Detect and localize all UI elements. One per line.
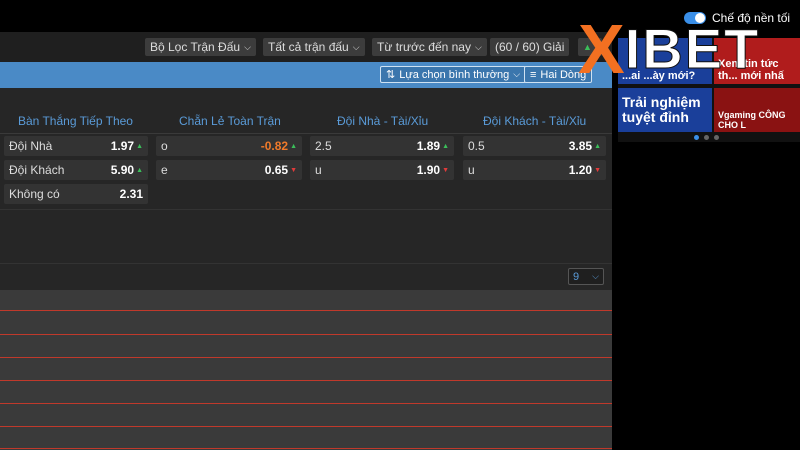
- carousel-dot[interactable]: [704, 135, 709, 140]
- grid-line: [0, 448, 612, 449]
- odds-cell-next-goal-none[interactable]: Không có 2.31: [4, 184, 148, 204]
- chevron-down-icon: ⌵: [352, 41, 360, 52]
- odds-cell-home-under[interactable]: u 1.90 ▼: [310, 160, 454, 180]
- view-options-bar: ⇅ Lựa chọn bình thường ⌵ ≡ Hai Dòng: [0, 62, 612, 88]
- page-size-select[interactable]: 9 ⌵: [568, 268, 604, 285]
- match-filter-dropdown[interactable]: Bộ Lọc Trận Đấu ⌵: [145, 38, 256, 56]
- row-divider: [0, 209, 612, 210]
- market-headers: Bàn Thắng Tiếp Theo Chẵn Lẻ Toàn Trận Độ…: [0, 112, 612, 134]
- arrow-down-icon: ▼: [442, 166, 449, 174]
- odds-value: 1.97 ▲: [110, 139, 143, 153]
- league-count-button[interactable]: (60 / 60) Giải: [490, 38, 570, 56]
- odds-label: o: [161, 139, 168, 153]
- promo-tile[interactable]: Vgaming CÔNG CHO L: [714, 88, 800, 132]
- arrow-up-icon: ▲: [442, 142, 449, 150]
- arrow-down-icon: ▼: [594, 166, 601, 174]
- odds-value: 2.31: [119, 187, 143, 201]
- odds-cell-home-over[interactable]: 2.5 1.89 ▲: [310, 136, 454, 156]
- odds-label: 0.5: [468, 139, 485, 153]
- arrow-up-icon: ▲: [594, 142, 601, 150]
- arrow-down-icon: ▼: [290, 166, 297, 174]
- time-range-label: Từ trước đến nay: [377, 40, 471, 54]
- all-matches-dropdown[interactable]: Tất cả trận đấu ⌵: [263, 38, 365, 56]
- chevron-down-icon: ⌵: [244, 41, 251, 52]
- time-range-dropdown[interactable]: Từ trước đến nay ⌵: [372, 38, 487, 56]
- logo-text: IBET: [624, 17, 761, 81]
- odds-cell-away-over[interactable]: 0.5 3.85 ▲: [463, 136, 606, 156]
- odds-value: 1.90 ▼: [416, 163, 449, 177]
- odds-value: 5.90 ▲: [110, 163, 143, 177]
- logo-x: X: [578, 10, 625, 88]
- list-icon: ≡: [530, 68, 537, 81]
- odds-cell-next-goal-away[interactable]: Đội Khách 5.90 ▲: [4, 160, 148, 180]
- grid-line: [0, 426, 612, 427]
- match-filter-label: Bộ Lọc Trận Đấu: [150, 40, 241, 54]
- odds-value: 0.65 ▼: [264, 163, 297, 177]
- odds-label: u: [315, 163, 322, 177]
- odds-value: 1.20 ▼: [568, 163, 601, 177]
- carousel-dot[interactable]: [714, 135, 719, 140]
- odds-label: Đội Nhà: [9, 139, 53, 153]
- odds-value: -0.82 ▲: [260, 139, 297, 153]
- odds-value: 3.85 ▲: [568, 139, 601, 153]
- promo-tile[interactable]: Trải nghiệm tuyệt đỉnh: [618, 88, 712, 132]
- odds-value: 1.89 ▲: [416, 139, 449, 153]
- header-next-goal: Bàn Thắng Tiếp Theo: [18, 114, 133, 128]
- grid-line: [0, 334, 612, 335]
- odds-panel: Bộ Lọc Trận Đấu ⌵ Tất cả trận đấu ⌵ Từ trư…: [0, 32, 612, 450]
- carousel-dot[interactable]: [694, 135, 699, 140]
- grid-line: [0, 403, 612, 404]
- league-count-label: (60 / 60) Giải: [495, 40, 565, 54]
- odds-label: u: [468, 163, 475, 177]
- arrow-up-icon: ▲: [136, 166, 143, 174]
- page-size-value: 9: [573, 270, 580, 283]
- odds-label: Đội Khách: [9, 163, 65, 177]
- odds-label: Không có: [9, 187, 60, 201]
- odds-label: 2.5: [315, 139, 332, 153]
- brand-logo: X IBET: [578, 10, 761, 88]
- grid-line: [0, 310, 612, 311]
- selection-mode-label: Lựa chọn bình thường: [399, 68, 510, 81]
- selection-mode-dropdown[interactable]: ⇅ Lựa chọn bình thường ⌵: [380, 66, 527, 83]
- all-matches-label: Tất cả trận đấu: [268, 40, 349, 54]
- filter-bar: Bộ Lọc Trận Đấu ⌵ Tất cả trận đấu ⌵ Từ trư…: [0, 32, 612, 62]
- chevron-down-icon: ⌵: [474, 41, 482, 52]
- chevron-down-icon: ⌵: [513, 69, 521, 79]
- chevron-down-icon: ⌵: [592, 271, 599, 281]
- arrow-up-icon: ▲: [290, 142, 297, 150]
- carousel-dots: [694, 135, 719, 140]
- odds-cell-odd[interactable]: o -0.82 ▲: [156, 136, 302, 156]
- odds-cell-away-under[interactable]: u 1.20 ▼: [463, 160, 606, 180]
- odds-cell-next-goal-home[interactable]: Đội Nhà 1.97 ▲: [4, 136, 148, 156]
- filter-lines-icon: ⇅: [386, 69, 396, 81]
- grid-line: [0, 357, 612, 358]
- row-divider: [0, 263, 612, 264]
- betting-screen: Chế độ nền tối Bộ Lọc Trận Đấu ⌵ Tất cả t…: [0, 0, 800, 450]
- grid-line: [0, 380, 612, 381]
- odds-label: e: [161, 163, 168, 177]
- header-away-over-under: Đội Khách - Tài/Xỉu: [483, 114, 587, 128]
- odds-cell-even[interactable]: e 0.65 ▼: [156, 160, 302, 180]
- arrow-up-icon: ▲: [136, 142, 143, 150]
- header-odd-even: Chẵn Lẻ Toàn Trận: [179, 114, 281, 128]
- header-home-over-under: Đội Nhà - Tài/Xỉu: [337, 114, 429, 128]
- empty-grid: [0, 290, 612, 450]
- header-divider: [0, 133, 612, 134]
